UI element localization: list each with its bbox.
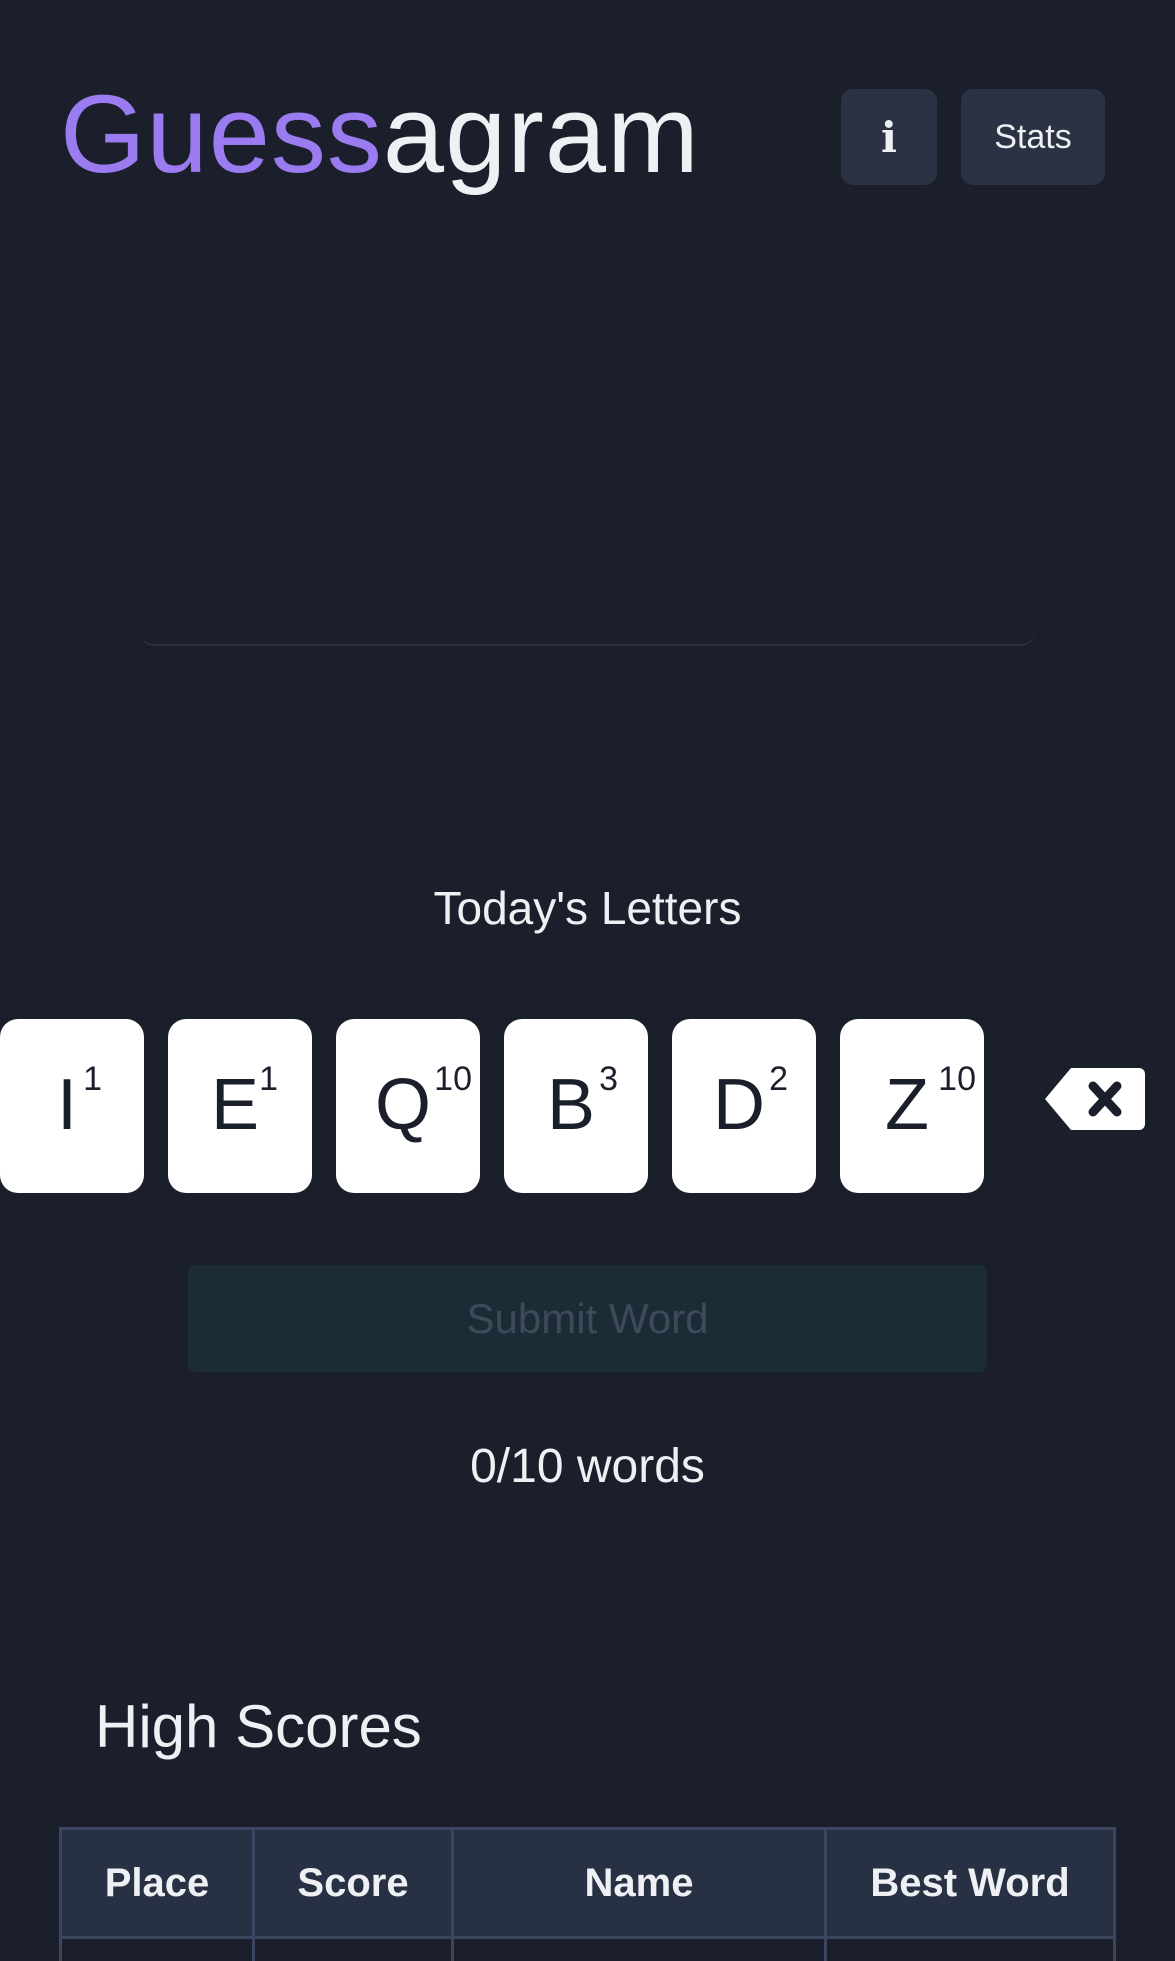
letter-tile[interactable]: I 1: [0, 1019, 144, 1193]
todays-letters-heading: Today's Letters: [433, 882, 742, 934]
table-header-row: Place Score Name Best Word: [59, 1827, 1116, 1939]
letter-tile[interactable]: Q 10: [336, 1019, 480, 1193]
page: Guessagram i Stats Today's Letters I 1 E…: [0, 0, 1175, 1961]
table-cell: [252, 1936, 454, 1961]
letter-tile[interactable]: B 3: [504, 1019, 648, 1193]
guessed-words-area: [140, 240, 1035, 646]
submit-word-button[interactable]: Submit Word: [188, 1265, 987, 1372]
letter-tiles: I 1 E 1 Q 10 B 3 D 2 Z 10: [0, 1019, 1175, 1193]
stats-button[interactable]: Stats: [961, 89, 1105, 185]
letter-tile[interactable]: E 1: [168, 1019, 312, 1193]
tile-points: 1: [259, 1060, 278, 1098]
tile-letter: I: [56, 1065, 77, 1145]
app-title: Guessagram: [60, 70, 700, 200]
app-title-rest: agram: [382, 73, 700, 196]
letter-tile[interactable]: D 2: [672, 1019, 816, 1193]
tile-letter: E: [210, 1065, 260, 1145]
word-progress: 0/10 words: [470, 1440, 705, 1493]
tile-points: 10: [938, 1060, 976, 1098]
column-header-best-word: Best Word: [824, 1827, 1116, 1939]
info-icon: i: [881, 112, 897, 162]
app-title-accent: Guess: [60, 73, 383, 196]
table-cell: [824, 1936, 1116, 1961]
letter-tile[interactable]: Z 10: [840, 1019, 984, 1193]
column-header-name: Name: [451, 1827, 827, 1939]
tile-points: 2: [769, 1060, 788, 1098]
tile-points: 3: [599, 1060, 618, 1098]
table-cell: [451, 1936, 827, 1961]
table-cell: [59, 1936, 255, 1961]
backspace-icon: [1045, 1068, 1145, 1130]
backspace-button[interactable]: [1043, 1066, 1147, 1132]
table-row: [59, 1936, 1116, 1961]
tile-points: 10: [434, 1060, 472, 1098]
info-button[interactable]: i: [841, 89, 937, 185]
high-scores-title: High Scores: [95, 1693, 422, 1760]
column-header-place: Place: [59, 1827, 255, 1939]
high-scores-table: Place Score Name Best Word: [59, 1827, 1116, 1961]
column-header-score: Score: [252, 1827, 454, 1939]
tile-points: 1: [83, 1060, 102, 1098]
